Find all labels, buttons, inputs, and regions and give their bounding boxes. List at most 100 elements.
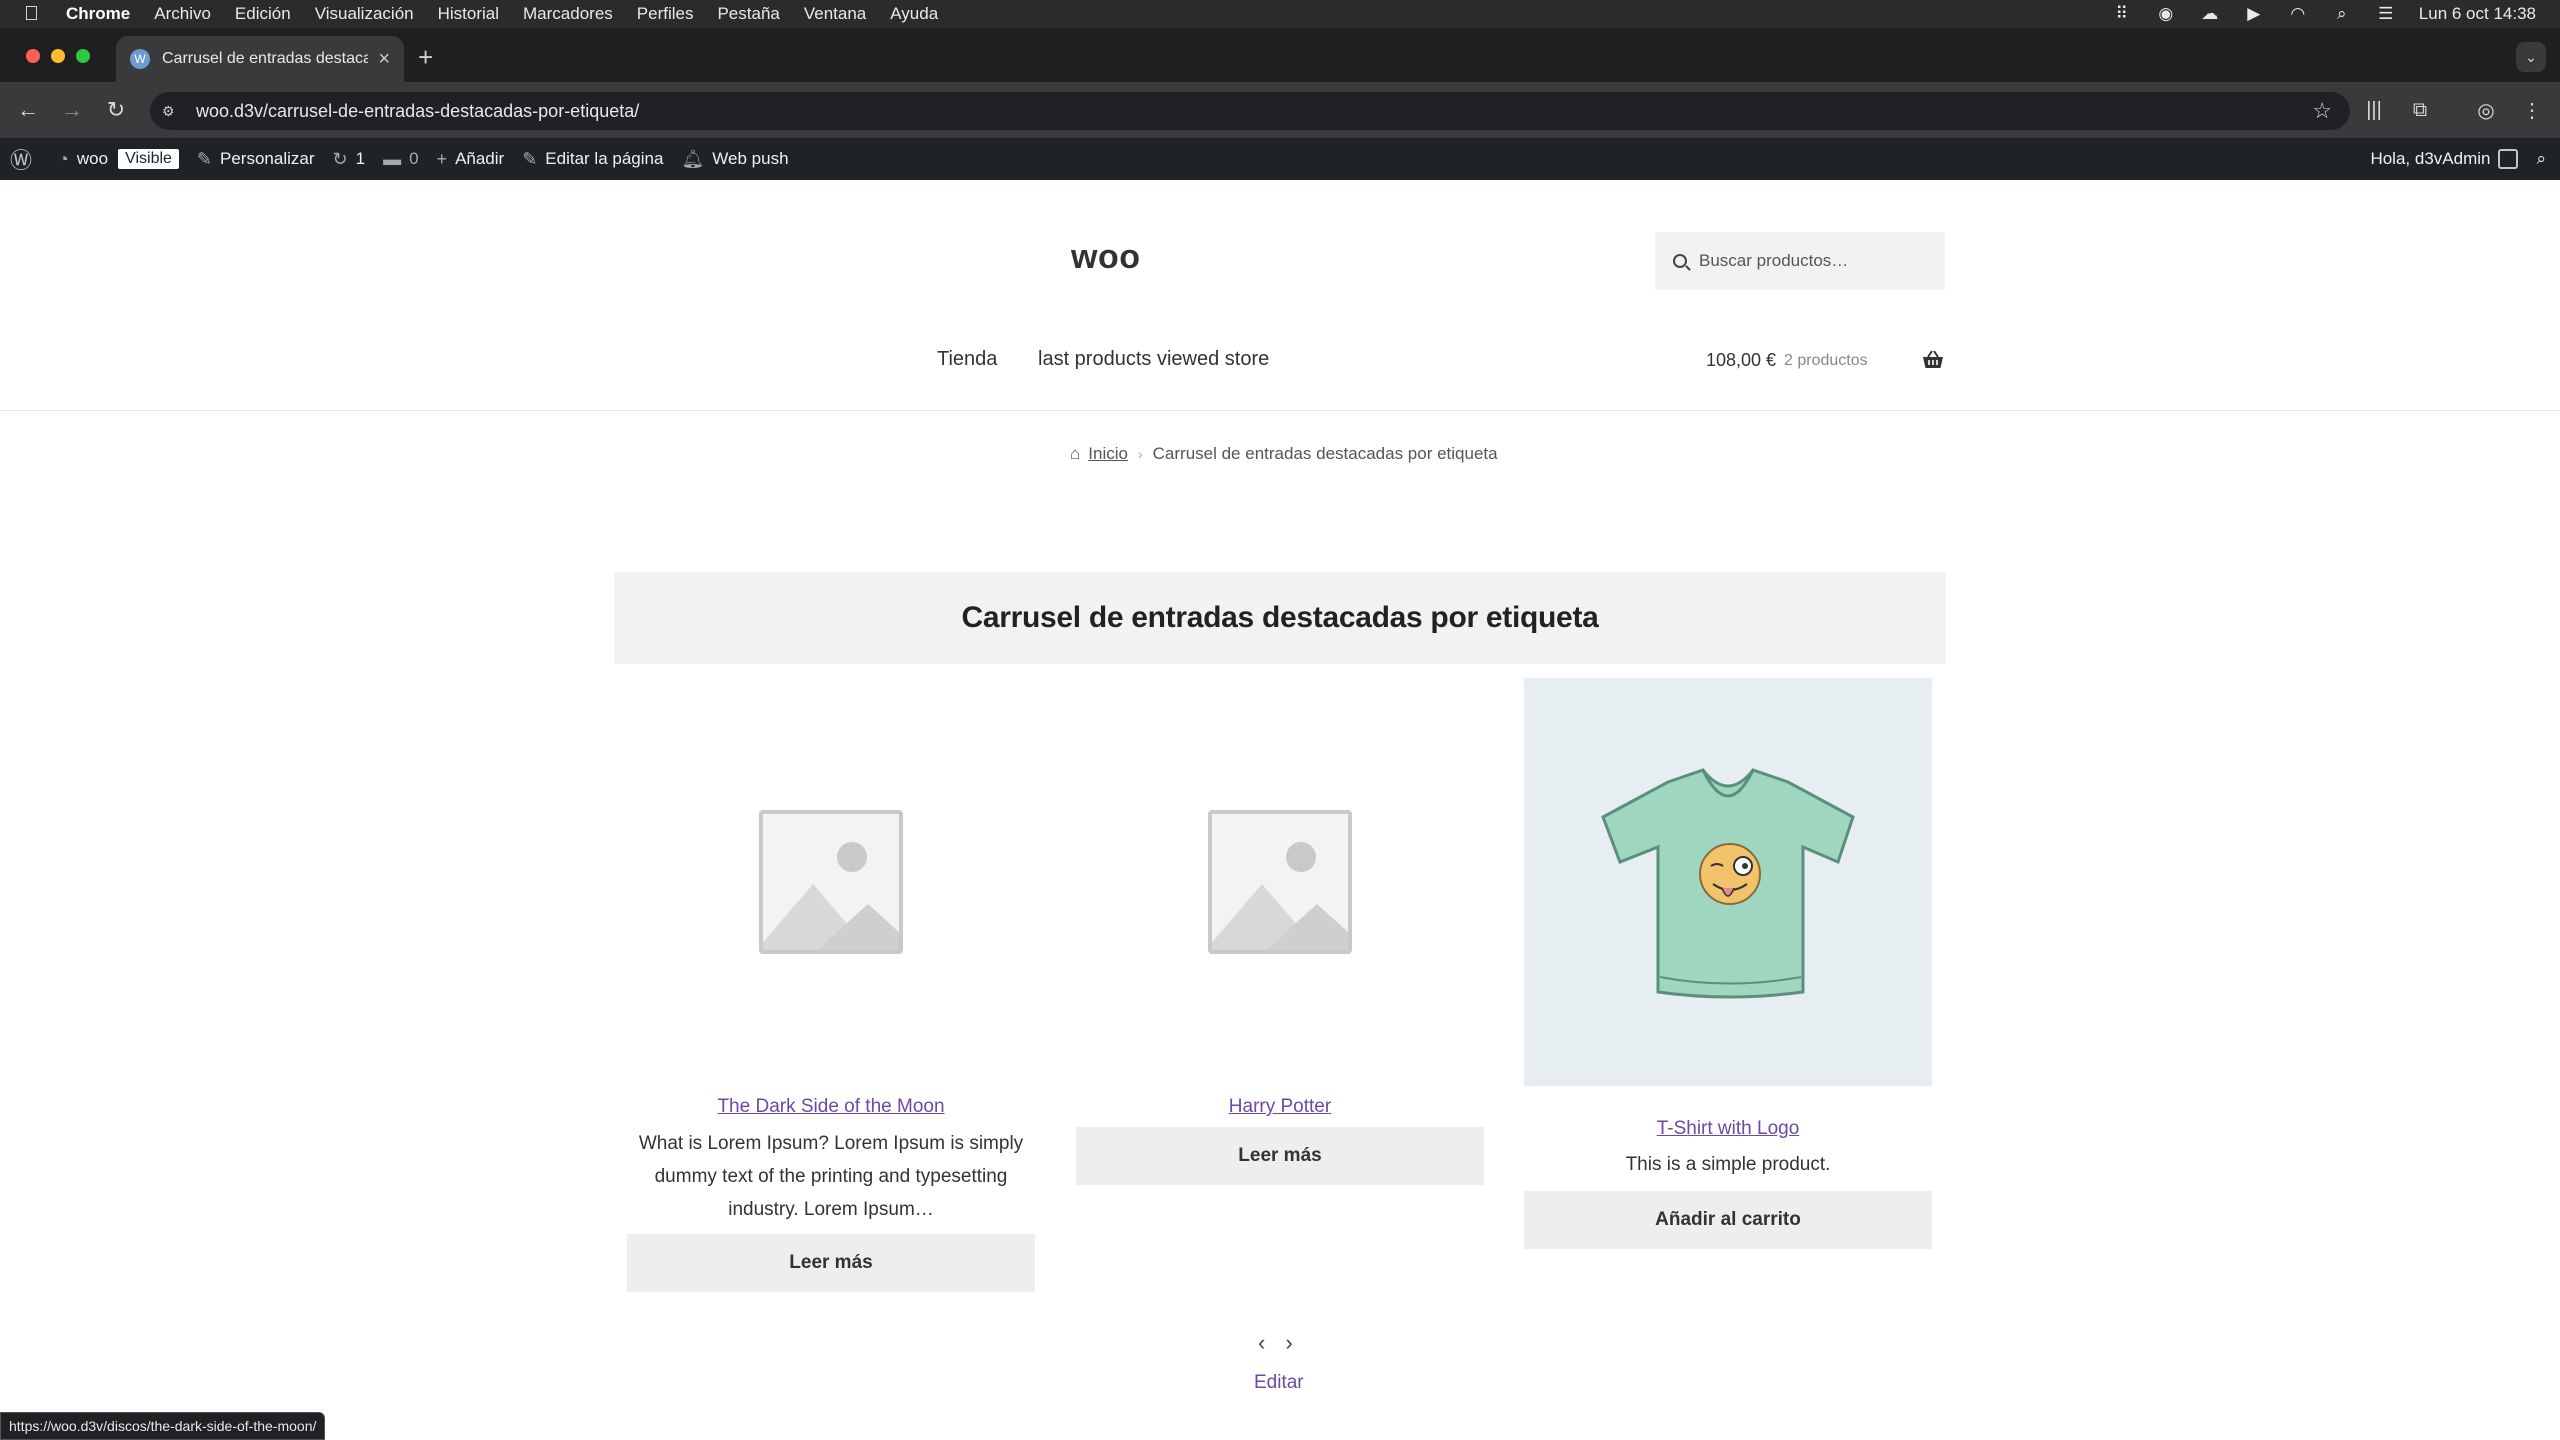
site-title[interactable]: woo [1071,238,1140,277]
product-description-dark-side: What is Lorem Ipsum? Lorem Ipsum is simp… [638,1133,1024,1220]
admin-search-icon[interactable]: ⌕ [2536,149,2546,169]
chrome-menu-icon[interactable]: ⋮ [2518,96,2546,124]
read-more-button-harry-potter[interactable]: Leer más [1076,1127,1484,1185]
menu-app-name[interactable]: Chrome [66,4,130,24]
edit-page-label: Editar la página [545,149,664,168]
reload-icon[interactable]: ↻ [100,94,132,126]
product-image-tshirt[interactable] [1524,678,1932,1086]
read-more-button-dark-side[interactable]: Leer más [627,1234,1035,1292]
admin-updates-link[interactable]: ↻ 1 [333,149,366,170]
wordpress-logo-icon[interactable]: Ⓦ [10,143,40,175]
paintbrush-icon: ✎ [196,148,213,169]
product-title-tshirt[interactable]: T-Shirt with Logo [1524,1118,1932,1140]
admin-comments-link[interactable]: ▬ 0 [383,149,418,170]
avatar [2498,149,2519,169]
breadcrumb: ⌂ Inicio › Carrusel de entradas destacad… [1070,444,1498,464]
admin-greeting: Hola, d3vAdmin [2370,149,2491,168]
product-image-harry-potter[interactable] [1076,678,1484,1086]
bell-icon: 🔔︎ [681,148,705,169]
menu-perfiles[interactable]: Perfiles [637,4,694,24]
wp-admin-bar: Ⓦ ◔ woo Visible ✎ Personalizar ↻ 1 ▬ 0 +… [0,138,2560,180]
menu-ventana[interactable]: Ventana [804,4,866,24]
back-arrow-icon[interactable]: ← [12,94,44,126]
tailscale-icon[interactable]: ⠿ [2111,4,2133,23]
updates-icon: ↻ [332,148,348,169]
admin-web-push-link[interactable]: 🔔︎ Web push [681,149,788,170]
pencil-icon: ✎ [522,148,538,169]
carousel-prev-icon[interactable]: ‹ [1258,1330,1265,1356]
window-minimize-button[interactable] [51,49,65,63]
apple-logo-icon[interactable]:  [24,3,44,26]
placeholder-image-icon [759,810,903,954]
window-close-button[interactable] [26,49,40,63]
tshirt-image [1601,768,1855,999]
menubar-status-area: ⠿ ◉ ☁ ▶ ◠ ⌕ ☰ Lun 6 oct 14:38 [2111,0,2536,28]
menu-visualizacion[interactable]: Visualización [315,4,414,24]
menu-ayuda[interactable]: Ayuda [890,4,938,24]
forward-arrow-icon[interactable]: → [56,94,88,126]
admin-add-new-link[interactable]: + Añadir [437,149,505,170]
admin-account-link[interactable]: Hola, d3vAdmin [2370,149,2519,169]
link-hover-status: https://woo.d3v/discos/the-dark-side-of-… [0,1412,326,1440]
product-title-dark-side[interactable]: The Dark Side of the Moon [627,1096,1035,1118]
bookmark-star-icon[interactable]: ☆ [2312,98,2332,124]
customize-label: Personalizar [220,149,315,168]
page-title: Carrusel de entradas destacadas por etiq… [961,601,1599,634]
browser-tab-active[interactable]: W Carrusel de entradas destacadas por et… [116,36,404,82]
reading-list-icon[interactable]: ||| [2360,96,2388,124]
nav-item-last-products[interactable]: last products viewed store [1038,348,1269,371]
admin-site-link[interactable]: ◔ woo Visible [58,149,179,170]
updates-count: 1 [355,149,366,168]
product-title-harry-potter[interactable]: Harry Potter [1076,1096,1484,1118]
play-icon[interactable]: ▶ [2243,4,2265,23]
carousel-arrows: ‹ › [1258,1330,1293,1356]
site-settings-icon[interactable]: ⚙ [162,103,184,120]
menu-edicion[interactable]: Edición [235,4,291,24]
tab-title: Carrusel de entradas destacadas por etiq… [162,50,369,67]
shopping-basket-icon[interactable] [1922,350,1944,376]
menu-marcadores[interactable]: Marcadores [523,4,613,24]
menu-pestana[interactable]: Pestaña [717,4,779,24]
search-icon [1673,254,1687,268]
breadcrumb-home-link[interactable]: Inicio [1088,444,1128,464]
comments-count: 0 [409,149,419,168]
cart-count[interactable]: 2 productos [1784,352,1868,370]
wifi-icon[interactable]: ◠ [2287,4,2309,23]
browser-tab-strip: W Carrusel de entradas destacadas por et… [0,28,2560,82]
nav-item-tienda[interactable]: Tienda [937,348,997,371]
tab-search-chevron-icon[interactable]: ⌄ [2516,42,2546,72]
web-push-label: Web push [712,149,789,168]
cart-amount[interactable]: 108,00 € [1706,350,1776,371]
placeholder-image-icon [1208,810,1352,954]
window-zoom-button[interactable] [76,49,90,63]
admin-site-name: woo [76,149,109,168]
product-search-input[interactable]: Buscar productos… [1655,232,1945,290]
search-placeholder: Buscar productos… [1699,251,1849,270]
address-url[interactable]: woo.d3v/carrusel-de-entradas-destacadas-… [196,101,639,122]
menu-historial[interactable]: Historial [438,4,499,24]
header-divider [0,410,2560,411]
menubar-datetime[interactable]: Lun 6 oct 14:38 [2419,4,2536,24]
dashboard-icon: ◔ [58,148,69,169]
browser-toolbar: ← → ↻ ⚙ woo.d3v/carrusel-de-entradas-des… [0,82,2560,138]
cloud-icon[interactable]: ☁ [2199,4,2221,23]
wordpress-favicon-icon: W [130,49,150,69]
breadcrumb-current: Carrusel de entradas destacadas por etiq… [1152,444,1498,463]
new-tab-button[interactable]: + [418,42,433,73]
control-center-icon[interactable]: ☰ [2375,4,2397,23]
extensions-icon[interactable]: ⧉ [2406,96,2434,124]
address-bar[interactable]: ⚙ woo.d3v/carrusel-de-entradas-destacada… [150,92,2350,130]
profile-icon[interactable]: ◎ [2472,96,2500,124]
product-image-dark-side[interactable] [627,678,1035,1086]
tab-close-icon[interactable]: × [378,48,390,71]
admin-edit-page-link[interactable]: ✎ Editar la página [522,149,663,170]
carousel-next-icon[interactable]: › [1285,1330,1292,1356]
admin-customize-link[interactable]: ✎ Personalizar [197,149,315,170]
add-to-cart-button-tshirt[interactable]: Añadir al carrito [1524,1191,1932,1249]
admin-bar-right: Hola, d3vAdmin ⌕ [2370,138,2560,180]
menu-archivo[interactable]: Archivo [154,4,211,24]
spotlight-icon[interactable]: ⌕ [2331,4,2353,23]
edit-link[interactable]: Editar [1254,1372,1304,1394]
network-monitor-icon[interactable]: ◉ [2155,4,2177,23]
page-title-box: Carrusel de entradas destacadas por etiq… [614,572,1946,664]
